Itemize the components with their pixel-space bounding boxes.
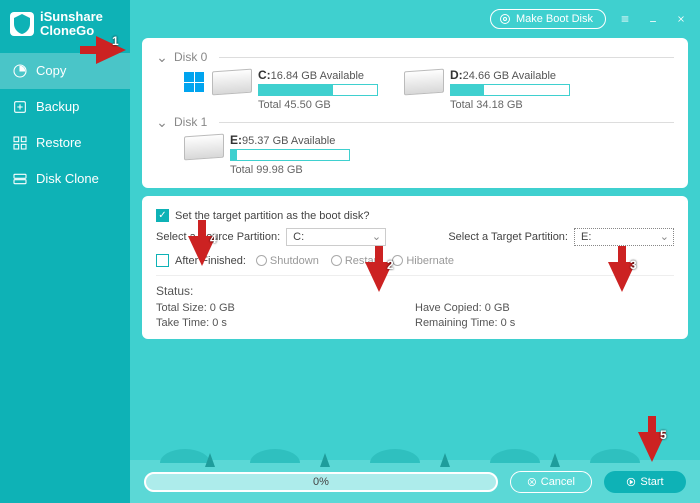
nav-item-diskclone[interactable]: Disk Clone	[0, 161, 130, 197]
cancel-icon	[527, 477, 537, 487]
nav-label: Restore	[36, 135, 82, 150]
status-take-time: Take Time: 0 s	[156, 317, 415, 329]
usage-bar	[230, 149, 350, 161]
nav-item-backup[interactable]: Backup	[0, 89, 130, 125]
target-partition-select[interactable]: E:	[574, 228, 674, 246]
copy-icon	[12, 63, 28, 79]
menu-icon[interactable]	[616, 12, 634, 26]
disk-header-1[interactable]: Disk 1	[156, 115, 674, 129]
boot-checkbox-label: Set the target partition as the boot dis…	[175, 210, 369, 222]
disk-name: Disk 0	[174, 50, 207, 64]
partition-d[interactable]: D:24.66 GB Available Total 34.18 GB	[404, 68, 570, 111]
radio-restart[interactable]: Restart	[331, 255, 380, 267]
minimize-icon[interactable]	[644, 12, 662, 26]
app-title: iSunshare CloneGo	[40, 10, 103, 39]
partition-e[interactable]: E:95.37 GB Available Total 99.98 GB	[184, 133, 350, 176]
status-block: Status: Total Size: 0 GB Have Copied: 0 …	[156, 284, 674, 329]
app-logo: iSunshare CloneGo	[0, 0, 130, 53]
make-boot-disk-button[interactable]: Make Boot Disk	[490, 9, 606, 29]
footer: 0% Cancel Start	[130, 437, 700, 503]
source-label: Select a Source Partition:	[156, 231, 280, 243]
nav-item-restore[interactable]: Restore	[0, 125, 130, 161]
disks-panel: Disk 0 C:16.84 GB Available Total 45.50 …	[142, 38, 688, 188]
disk-icon	[212, 70, 252, 98]
logo-icon	[10, 12, 34, 36]
partition-c[interactable]: C:16.84 GB Available Total 45.50 GB	[184, 68, 378, 111]
close-icon[interactable]	[672, 12, 690, 26]
status-total-size: Total Size: 0 GB	[156, 302, 415, 314]
make-boot-label: Make Boot Disk	[516, 13, 593, 25]
disc-icon	[499, 13, 511, 25]
after-finished-checkbox[interactable]	[156, 254, 169, 267]
status-title: Status:	[156, 284, 674, 298]
nav-item-copy[interactable]: Copy	[0, 53, 130, 89]
titlebar: Make Boot Disk	[130, 0, 700, 38]
disk-header-0[interactable]: Disk 0	[156, 50, 674, 64]
progress-text: 0%	[313, 476, 329, 488]
options-panel: ✓ Set the target partition as the boot d…	[142, 196, 688, 339]
nav-label: Copy	[36, 63, 66, 78]
status-have-copied: Have Copied: 0 GB	[415, 302, 674, 314]
windows-icon	[184, 72, 204, 92]
disk-name: Disk 1	[174, 115, 207, 129]
start-button[interactable]: Start	[604, 471, 686, 493]
diskclone-icon	[12, 171, 28, 187]
target-label: Select a Target Partition:	[448, 231, 568, 243]
radio-hibernate[interactable]: Hibernate	[392, 255, 454, 267]
disk-icon	[184, 135, 224, 163]
usage-bar	[450, 84, 570, 96]
sidebar: iSunshare CloneGo Copy Backup Restore Di…	[0, 0, 130, 503]
status-remaining-time: Remaining Time: 0 s	[415, 317, 674, 329]
nav-label: Disk Clone	[36, 171, 99, 186]
after-finished-label: After Finished:	[175, 255, 246, 267]
boot-checkbox[interactable]: ✓	[156, 209, 169, 222]
source-partition-select[interactable]: C:	[286, 228, 386, 246]
cancel-button[interactable]: Cancel	[510, 471, 592, 493]
disk-icon	[404, 70, 444, 98]
play-icon	[626, 477, 636, 487]
main-area: Make Boot Disk Disk 0 C:16.84 GB Avai	[130, 0, 700, 503]
backup-icon	[12, 99, 28, 115]
nav-list: Copy Backup Restore Disk Clone	[0, 53, 130, 197]
nav-label: Backup	[36, 99, 79, 114]
progress-bar: 0%	[144, 472, 498, 492]
restore-icon	[12, 135, 28, 151]
usage-bar	[258, 84, 378, 96]
radio-shutdown[interactable]: Shutdown	[256, 255, 319, 267]
